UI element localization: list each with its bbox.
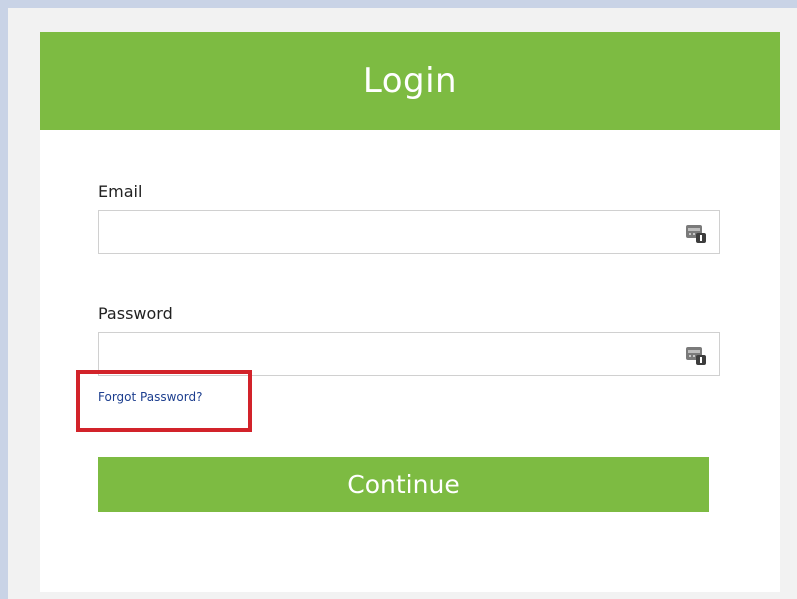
forgot-password-link[interactable]: Forgot Password?: [98, 390, 202, 404]
continue-button[interactable]: Continue: [98, 457, 709, 512]
window-frame: Login Email Password Forgot Password? Co…: [0, 0, 797, 599]
password-manager-icon[interactable]: [685, 344, 707, 366]
password-manager-icon[interactable]: [685, 222, 707, 244]
email-input[interactable]: [107, 212, 671, 254]
page-title: Login: [362, 61, 458, 101]
login-card: Login Email Password Forgot Password? Co…: [40, 32, 780, 592]
email-label: Email: [98, 182, 143, 201]
email-field[interactable]: [98, 210, 720, 254]
login-header: Login: [40, 32, 780, 130]
password-label: Password: [98, 304, 173, 323]
